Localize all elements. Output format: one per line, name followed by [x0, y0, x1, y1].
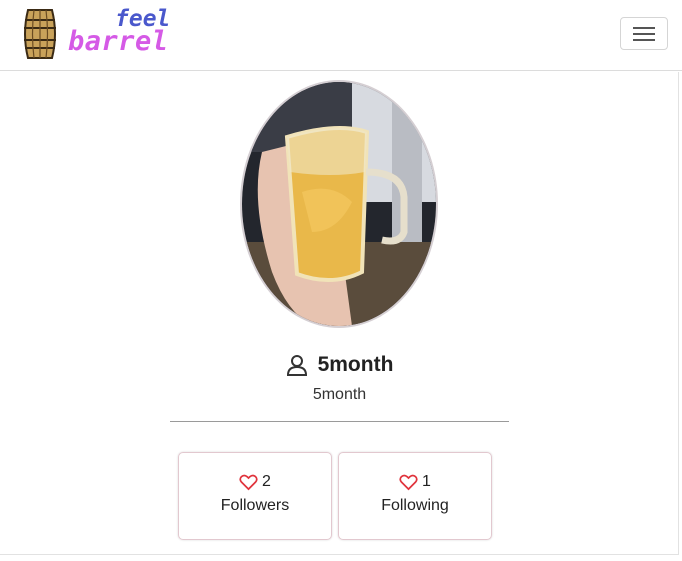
- following-card[interactable]: 1 Following: [338, 452, 492, 540]
- menu-toggle-button[interactable]: [620, 17, 668, 50]
- heart-icon: [239, 474, 258, 490]
- followers-card[interactable]: 2 Followers: [178, 452, 332, 540]
- heart-icon: [399, 474, 418, 490]
- hamburger-bar: [633, 39, 655, 41]
- followers-label: Followers: [220, 497, 290, 514]
- brand-logo[interactable]: feel barrel: [22, 6, 172, 62]
- logo-text-barrel: barrel: [68, 26, 169, 57]
- following-count: 1: [422, 473, 431, 490]
- user-handle: 5month: [312, 386, 367, 403]
- navbar: feel barrel: [0, 0, 682, 71]
- divider: [170, 421, 509, 422]
- user-icon: [286, 355, 307, 376]
- profile-panel: 5month 5month 2 Followers 1 Following: [0, 72, 679, 555]
- hamburger-menu-icon: [633, 27, 655, 29]
- avatar-photo: [242, 82, 436, 326]
- profile-avatar: [240, 80, 438, 328]
- username-row: 5month: [0, 350, 679, 380]
- followers-count: 2: [262, 473, 271, 490]
- hamburger-bar: [633, 33, 655, 35]
- following-label: Following: [381, 497, 449, 514]
- username: 5month: [317, 353, 394, 376]
- barrel-icon: [24, 9, 56, 59]
